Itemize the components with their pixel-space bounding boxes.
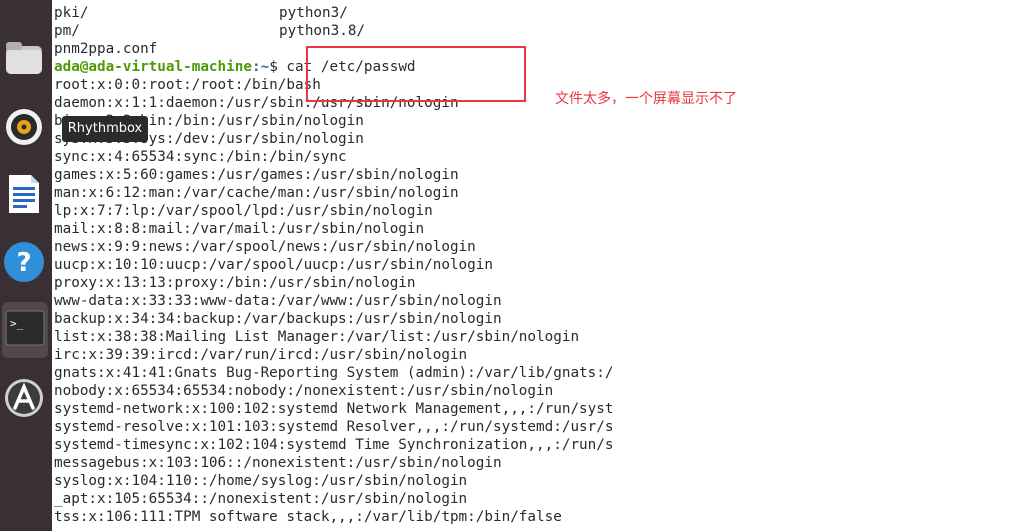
passwd-line: tss:x:106:111:TPM software stack,,,:/var… <box>54 509 562 525</box>
prompt-user-host: ada@ada-virtual-machine <box>54 59 252 75</box>
svg-text:?: ? <box>16 248 31 278</box>
dock-tooltip: Rhythmbox <box>62 116 148 142</box>
passwd-line: root:x:0:0:root:/root:/bin/bash <box>54 77 321 93</box>
passwd-line: syslog:x:104:110::/home/syslog:/usr/sbin… <box>54 473 468 489</box>
passwd-line: _apt:x:105:65534::/nonexistent:/usr/sbin… <box>54 491 468 507</box>
passwd-line: systemd-network:x:100:102:systemd Networ… <box>54 401 612 417</box>
annotation-text: 文件太多，一个屏幕显示不了 <box>555 91 737 107</box>
passwd-line: systemd-resolve:x:101:103:systemd Resolv… <box>54 419 612 435</box>
ls-row: pm/python3.8/ <box>54 23 366 39</box>
passwd-line: mail:x:8:8:mail:/var/mail:/usr/sbin/nolo… <box>54 221 425 237</box>
passwd-line: messagebus:x:103:106::/nonexistent:/usr/… <box>54 455 502 471</box>
passwd-line: man:x:6:12:man:/var/cache/man:/usr/sbin/… <box>54 185 459 201</box>
passwd-line: irc:x:39:39:ircd:/var/run/ircd:/usr/sbin… <box>54 347 468 363</box>
dock-writer[interactable] <box>0 168 48 224</box>
dock-software[interactable] <box>0 372 48 428</box>
prompt-symbol: $ <box>269 59 287 75</box>
passwd-line: news:x:9:9:news:/var/spool/news:/usr/sbi… <box>54 239 476 255</box>
files-icon <box>5 40 43 80</box>
rhythmbox-icon <box>5 108 43 150</box>
launcher-dock: ? >_ <box>0 0 52 531</box>
passwd-line: www-data:x:33:33:www-data:/var/www:/usr/… <box>54 293 502 309</box>
help-icon: ? <box>3 241 45 287</box>
terminal-icon: >_ <box>5 309 45 351</box>
ls-row: pnm2ppa.conf <box>54 41 158 57</box>
dock-help[interactable]: ? <box>0 236 48 292</box>
passwd-line: backup:x:34:34:backup:/var/backups:/usr/… <box>54 311 502 327</box>
passwd-line: lp:x:7:7:lp:/var/spool/lpd:/usr/sbin/nol… <box>54 203 433 219</box>
passwd-line: games:x:5:60:games:/usr/games:/usr/sbin/… <box>54 167 459 183</box>
dock-terminal[interactable]: >_ <box>2 302 48 358</box>
passwd-line: nobody:x:65534:65534:nobody:/nonexistent… <box>54 383 554 399</box>
dock-rhythmbox[interactable] <box>0 101 48 157</box>
passwd-line: sync:x:4:65534:sync:/bin:/bin/sync <box>54 149 347 165</box>
prompt-path: :~ <box>251 59 270 75</box>
dock-files[interactable] <box>0 32 48 88</box>
ls-row: pki/python3/ <box>54 5 348 21</box>
svg-text:>_: >_ <box>10 317 24 330</box>
software-icon <box>3 377 45 423</box>
passwd-line: systemd-timesync:x:102:104:systemd Time … <box>54 437 612 453</box>
passwd-line: uucp:x:10:10:uucp:/var/spool/uucp:/usr/s… <box>54 257 493 273</box>
passwd-line: proxy:x:13:13:proxy:/bin:/usr/sbin/nolog… <box>54 275 416 291</box>
writer-icon <box>7 173 41 219</box>
command-highlight-box <box>306 46 526 102</box>
passwd-line: list:x:38:38:Mailing List Manager:/var/l… <box>54 329 580 345</box>
passwd-line: gnats:x:41:41:Gnats Bug-Reporting System… <box>54 365 612 381</box>
